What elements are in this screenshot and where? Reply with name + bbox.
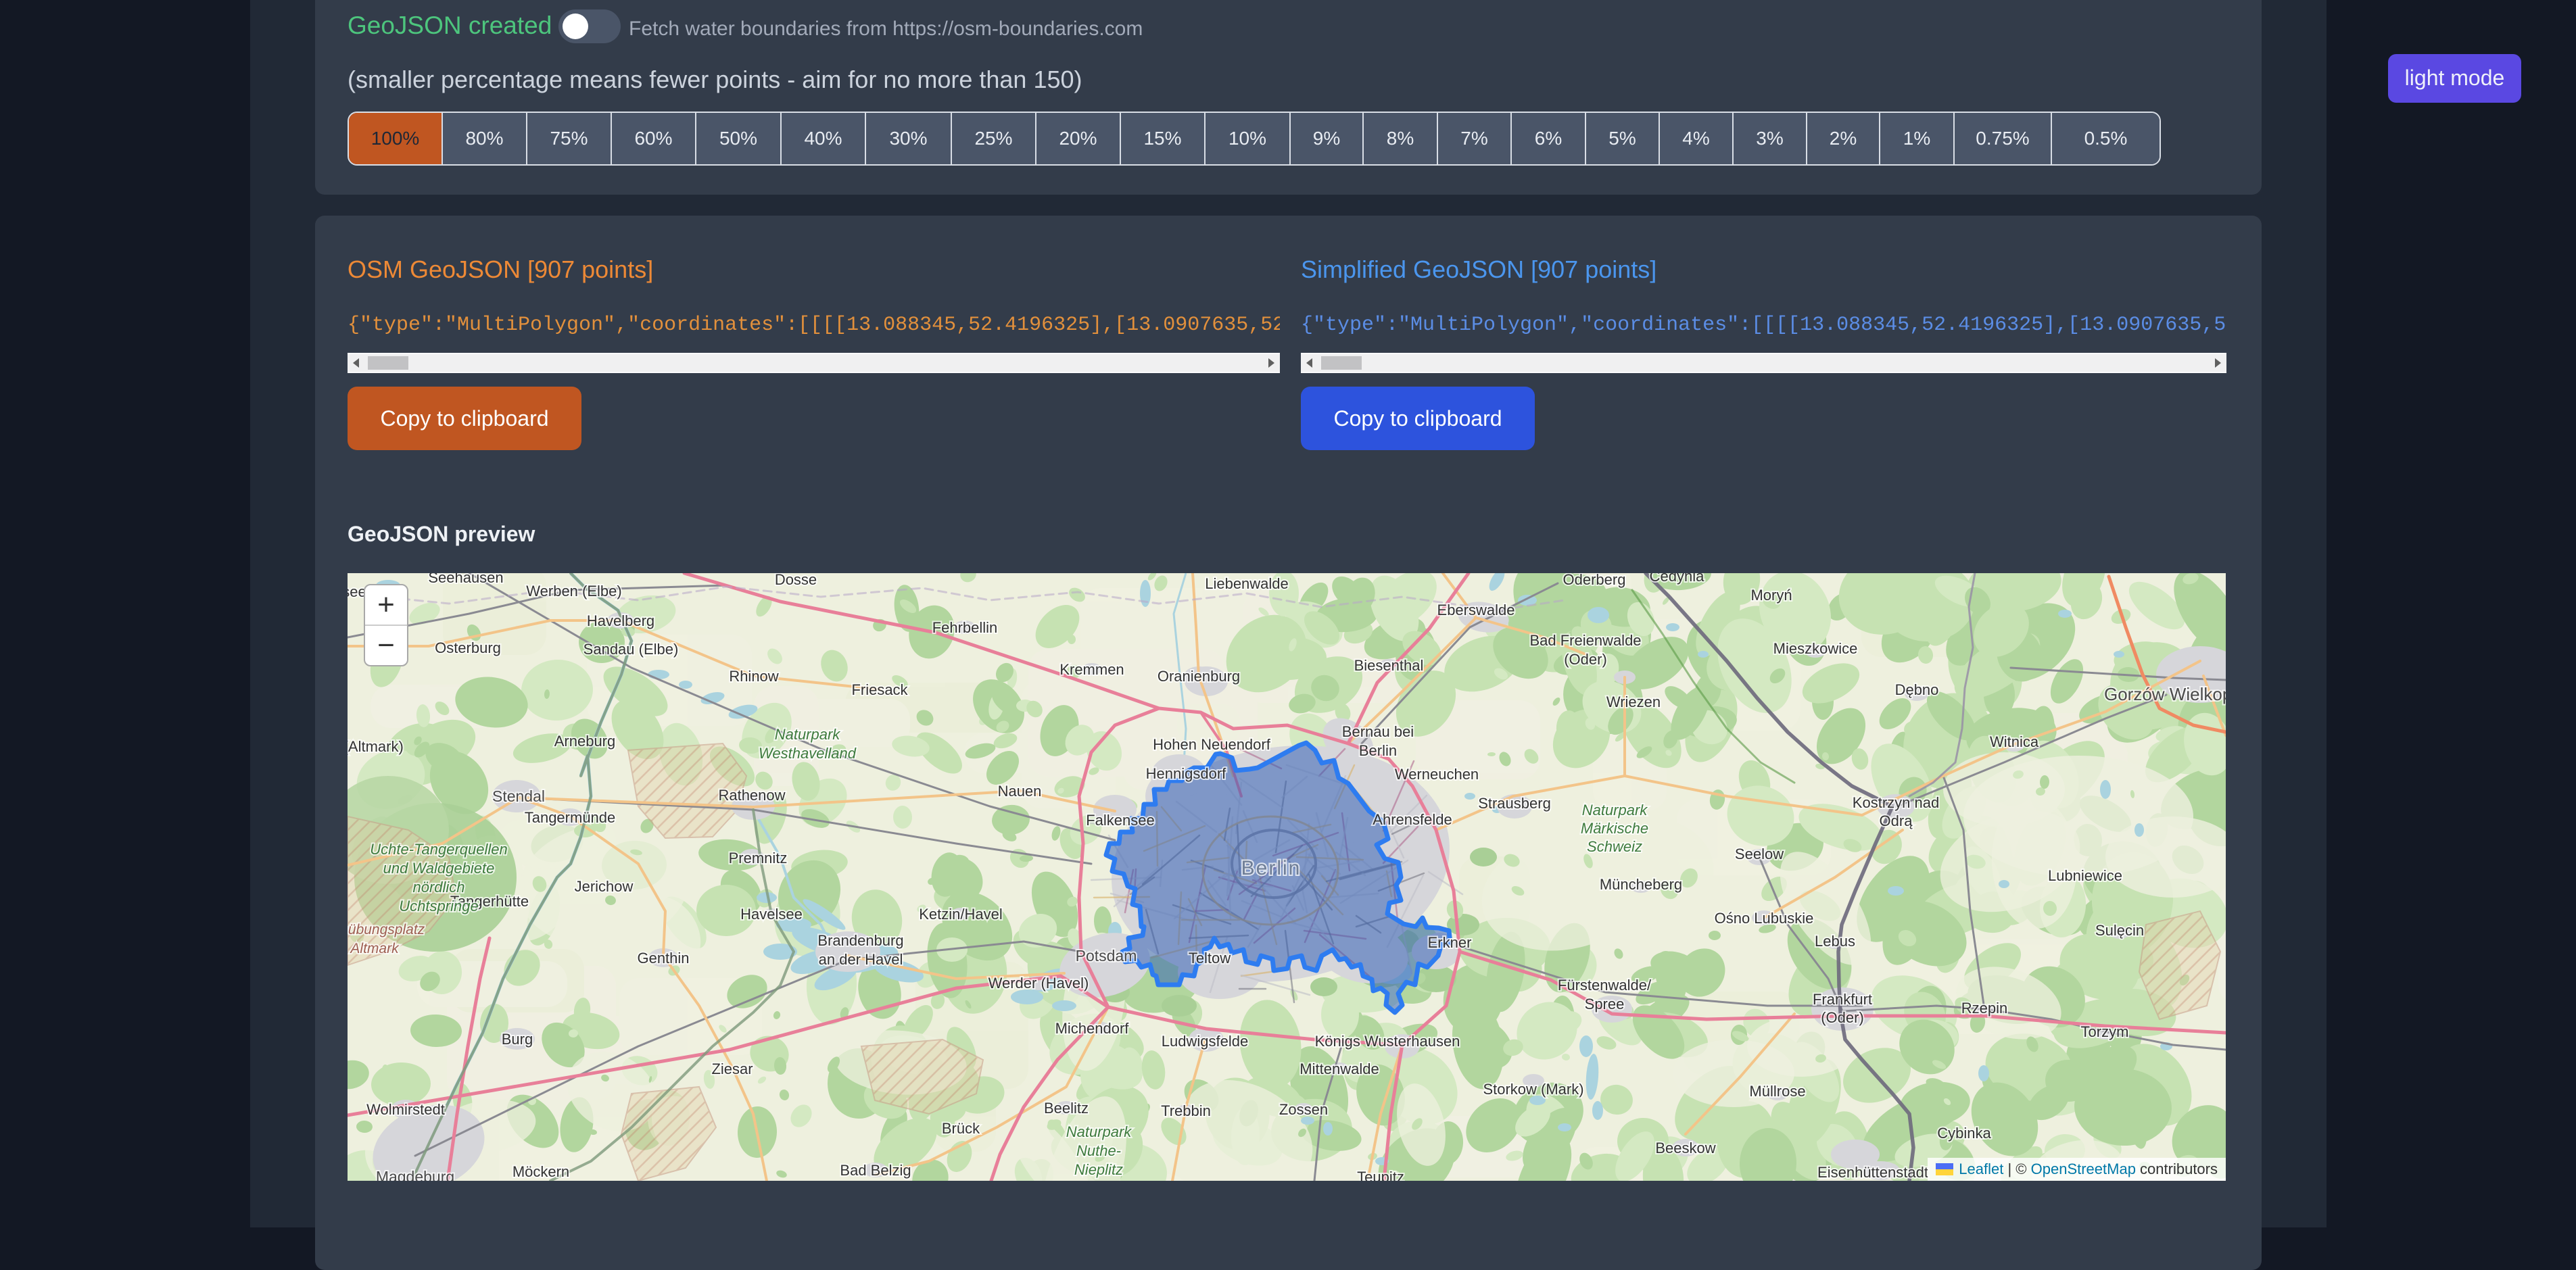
svg-text:Erkner: Erkner xyxy=(1428,934,1472,951)
svg-text:Teupitz: Teupitz xyxy=(1357,1169,1404,1181)
svg-text:Gorzów Wielkop: Gorzów Wielkop xyxy=(2104,684,2226,704)
svg-text:Dosse: Dosse xyxy=(775,573,817,588)
svg-text:Mittenwalde: Mittenwalde xyxy=(1299,1060,1379,1077)
svg-text:Oranienburg: Oranienburg xyxy=(1158,668,1240,685)
svg-text:rk (Altmark): rk (Altmark) xyxy=(348,738,404,755)
svg-text:Odrą: Odrą xyxy=(1880,812,1913,829)
svg-text:Westhavelland: Westhavelland xyxy=(759,745,857,762)
svg-text:Seelow: Seelow xyxy=(1735,846,1784,862)
svg-text:penübungsplatz: penübungsplatz xyxy=(348,922,425,937)
svg-text:Müllrose: Müllrose xyxy=(1749,1083,1805,1100)
svg-text:Jerichow: Jerichow xyxy=(575,878,634,895)
svg-text:Dębno: Dębno xyxy=(1895,681,1939,698)
svg-text:Werben (Elbe): Werben (Elbe) xyxy=(526,583,621,600)
svg-text:Genthin: Genthin xyxy=(637,950,689,967)
svg-text:Osterburg: Osterburg xyxy=(435,639,501,656)
svg-text:Premnitz: Premnitz xyxy=(729,850,788,866)
svg-text:Spree: Spree xyxy=(1585,996,1625,1012)
svg-text:Beeskow: Beeskow xyxy=(1655,1140,1715,1156)
svg-text:Stendal: Stendal xyxy=(492,787,545,805)
svg-text:Arneburg: Arneburg xyxy=(554,733,616,750)
svg-text:Nauen: Nauen xyxy=(998,783,1042,800)
svg-text:Zossen: Zossen xyxy=(1279,1101,1328,1118)
svg-text:Berlin: Berlin xyxy=(1241,857,1302,879)
svg-text:Märkische: Märkische xyxy=(1581,820,1648,837)
svg-text:Frankfurt: Frankfurt xyxy=(1813,991,1872,1008)
svg-text:Ludwigsfelde: Ludwigsfelde xyxy=(1162,1033,1248,1050)
svg-text:Rzepin: Rzepin xyxy=(1961,1000,2007,1017)
svg-text:Werneuchen: Werneuchen xyxy=(1395,766,1479,783)
svg-text:Strausberg: Strausberg xyxy=(1478,795,1551,812)
svg-text:Kremmen: Kremmen xyxy=(1059,661,1124,678)
svg-text:Rathenow: Rathenow xyxy=(718,787,785,804)
svg-text:Eisenhüttenstadt: Eisenhüttenstadt xyxy=(1817,1164,1928,1181)
svg-text:Potsdam: Potsdam xyxy=(1076,947,1137,964)
svg-text:Ośno Lubuskie: Ośno Lubuskie xyxy=(1715,910,1814,927)
svg-text:Tangermünde: Tangermünde xyxy=(525,809,616,826)
svg-text:Müncheberg: Müncheberg xyxy=(1600,876,1682,893)
svg-text:Altmark: Altmark xyxy=(349,941,400,956)
svg-text:Havelberg: Havelberg xyxy=(587,612,654,629)
svg-text:Naturpark: Naturpark xyxy=(1066,1123,1132,1140)
svg-text:Ahrensfelde: Ahrensfelde xyxy=(1373,811,1452,828)
svg-text:Uchtspringe: Uchtspringe xyxy=(399,898,478,914)
svg-text:Eberswalde: Eberswalde xyxy=(1437,602,1515,618)
svg-text:Königs Wusterhausen: Königs Wusterhausen xyxy=(1315,1033,1460,1050)
svg-text:Trebbin: Trebbin xyxy=(1161,1102,1211,1119)
svg-text:Sulęcin: Sulęcin xyxy=(2095,922,2144,939)
svg-text:Beelitz: Beelitz xyxy=(1044,1100,1089,1117)
svg-text:Burg: Burg xyxy=(502,1031,533,1048)
svg-text:Falkensee: Falkensee xyxy=(1086,812,1155,829)
svg-text:Biesenthal: Biesenthal xyxy=(1354,657,1424,674)
svg-text:Mieszkowice: Mieszkowice xyxy=(1773,640,1858,657)
svg-text:Berlin: Berlin xyxy=(1359,742,1397,759)
svg-text:Hennigsdorf: Hennigsdorf xyxy=(1146,765,1227,782)
svg-text:Brandenburg: Brandenburg xyxy=(817,932,903,949)
svg-text:Möckern: Möckern xyxy=(512,1163,569,1180)
svg-text:Wolmirstedt: Wolmirstedt xyxy=(366,1101,445,1118)
svg-text:Lebus: Lebus xyxy=(1815,933,1855,950)
svg-text:Michendorf: Michendorf xyxy=(1055,1020,1130,1037)
svg-text:Moryń: Moryń xyxy=(1750,587,1792,604)
svg-text:Seehausen: Seehausen xyxy=(428,573,503,586)
svg-text:Oderberg: Oderberg xyxy=(1563,573,1626,588)
svg-text:Wriezen: Wriezen xyxy=(1606,693,1661,710)
svg-text:Nieplitz: Nieplitz xyxy=(1074,1161,1123,1178)
svg-text:Havelsee: Havelsee xyxy=(740,906,803,923)
svg-text:Teltow: Teltow xyxy=(1189,950,1231,967)
svg-text:Bernau bei: Bernau bei xyxy=(1342,723,1414,740)
svg-text:an der Havel: an der Havel xyxy=(819,951,903,968)
svg-text:Bad Belzig: Bad Belzig xyxy=(840,1162,911,1179)
svg-text:Ketzin/Havel: Ketzin/Havel xyxy=(919,906,1003,923)
svg-text:Cedynia: Cedynia xyxy=(1650,573,1704,585)
svg-text:Naturpark: Naturpark xyxy=(1582,802,1648,819)
svg-text:Kostrzyn nad: Kostrzyn nad xyxy=(1853,794,1939,811)
svg-text:Lubniewice: Lubniewice xyxy=(2048,867,2122,884)
svg-text:Fehrbellin: Fehrbellin xyxy=(932,619,998,636)
svg-text:Sandau (Elbe): Sandau (Elbe) xyxy=(583,641,679,658)
svg-text:Torzym: Torzym xyxy=(2081,1023,2129,1040)
svg-text:Bad Freienwalde: Bad Freienwalde xyxy=(1529,632,1641,649)
svg-text:Friesack: Friesack xyxy=(851,681,908,698)
svg-text:Cybinka: Cybinka xyxy=(1937,1125,1991,1142)
svg-text:Schweiz: Schweiz xyxy=(1587,838,1642,855)
svg-text:Fürstenwalde/: Fürstenwalde/ xyxy=(1558,977,1652,994)
svg-text:Storkow (Mark): Storkow (Mark) xyxy=(1483,1081,1583,1098)
svg-text:(Oder): (Oder) xyxy=(1821,1009,1864,1026)
svg-text:Brück: Brück xyxy=(942,1120,980,1137)
svg-text:Nuthe-: Nuthe- xyxy=(1076,1142,1121,1159)
svg-text:Werder (Havel): Werder (Havel) xyxy=(988,975,1089,992)
svg-text:Rhinow: Rhinow xyxy=(729,668,778,685)
svg-text:nördlich: nördlich xyxy=(412,879,464,896)
svg-text:Witnica: Witnica xyxy=(1990,733,2039,750)
svg-text:Hohen Neuendorf: Hohen Neuendorf xyxy=(1153,736,1271,753)
svg-text:Ziesar: Ziesar xyxy=(711,1060,753,1077)
svg-text:Magdeburg: Magdeburg xyxy=(376,1168,454,1181)
svg-text:Liebenwalde: Liebenwalde xyxy=(1205,575,1289,592)
svg-text:und Waldgebiete: und Waldgebiete xyxy=(383,860,495,877)
svg-text:Uchte-Tangerquellen: Uchte-Tangerquellen xyxy=(370,841,507,858)
svg-text:(Oder): (Oder) xyxy=(1564,651,1607,668)
svg-text:Naturpark: Naturpark xyxy=(775,726,841,743)
